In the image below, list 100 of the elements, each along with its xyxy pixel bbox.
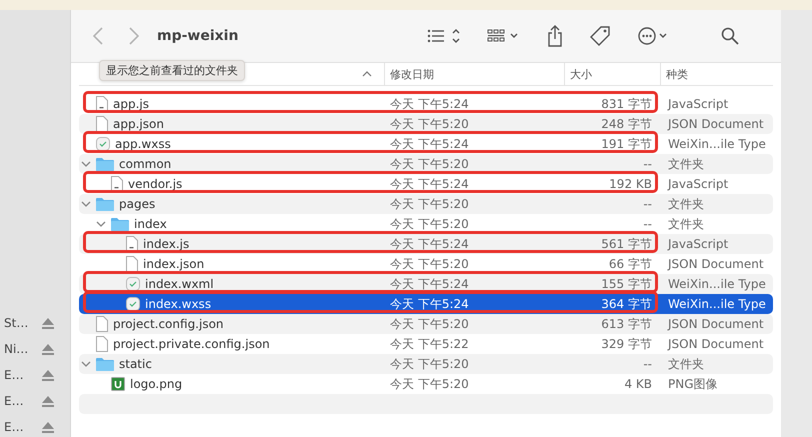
date-cell-text: 今天 下午5:20 [389, 256, 470, 272]
sidebar-item[interactable]: Ni… [4, 342, 34, 356]
file-row[interactable]: index.json 今天 下午5:20 66 字节 JSON Document [79, 254, 773, 274]
sidebar-item[interactable]: E… [4, 394, 34, 408]
search-icon[interactable] [721, 27, 739, 45]
more-icon[interactable] [637, 26, 669, 46]
file-name: app.js [113, 97, 149, 111]
file-row[interactable]: static 今天 下午5:20 -- 文件夹 [79, 354, 773, 374]
date-cell-text: 今天 下午5:20 [389, 356, 470, 372]
file-row[interactable]: project.private.config.json 今天 下午5:22 329 字节 JSON Document [79, 334, 773, 354]
file-icon [96, 336, 108, 352]
file-icon [126, 256, 138, 272]
sidebar-item[interactable]: E… [4, 368, 34, 382]
size-cell-text: 364 字节 [600, 296, 653, 312]
eject-icon[interactable] [42, 344, 54, 354]
folder-icon [96, 357, 114, 371]
file-name: project.private.config.json [113, 337, 270, 351]
file-row[interactable]: pages 今天 下午5:20 -- 文件夹 [79, 194, 773, 214]
file-row[interactable]: index 今天 下午5:20 -- 文件夹 [79, 214, 773, 234]
file-name: pages [119, 197, 156, 211]
eject-icon[interactable] [42, 318, 54, 328]
date-cell-text: 今天 下午5:20 [389, 156, 470, 172]
tooltip: 显示您之前查看过的文件夹 [99, 60, 245, 81]
file-row[interactable]: logo.png 今天 下午5:20 4 KB PNG图像 [79, 374, 773, 394]
sidebar-item[interactable]: St… [4, 316, 34, 330]
list-view-icon[interactable] [427, 27, 461, 45]
file-row[interactable]: index.wxss 今天 下午5:24 364 字节 WeiXin...ile Type [79, 294, 773, 314]
file-row[interactable]: app.wxss 今天 下午5:24 191 字节 WeiXin...ile Type [79, 134, 773, 154]
kind-cell-text: JavaScript [666, 237, 730, 251]
size-cell-text: 192 KB [608, 177, 653, 191]
forward-icon[interactable] [129, 27, 139, 45]
file-name: index.json [143, 257, 204, 271]
kind-cell-text: 文件夹 [667, 196, 705, 212]
js-file-icon [96, 96, 108, 112]
kind-cell-text: JSON Document [666, 257, 765, 271]
kind-cell-text: JavaScript [666, 177, 730, 191]
sort-caret-icon[interactable] [362, 71, 372, 77]
folder-icon [111, 217, 129, 231]
file-row[interactable]: index.js 今天 下午5:24 561 字节 JavaScript [79, 234, 773, 254]
size-cell-text: -- [642, 357, 653, 371]
kind-cell-text: WeiXin...ile Type [667, 137, 767, 151]
date-cell-text: 今天 下午5:22 [389, 336, 470, 352]
file-row[interactable]: vendor.js 今天 下午5:24 192 KB JavaScript [79, 174, 773, 194]
kind-cell-text: JSON Document [666, 317, 765, 331]
tag-icon[interactable] [589, 25, 611, 47]
eject-icon[interactable] [42, 422, 54, 432]
eject-icon[interactable] [42, 396, 54, 406]
size-cell-text: 613 字节 [600, 316, 653, 332]
column-header[interactable]: 种类 [666, 66, 688, 82]
file-name: index.js [143, 237, 190, 251]
size-cell-text: 561 字节 [600, 236, 653, 252]
share-icon[interactable] [547, 25, 563, 47]
file-name: project.config.json [113, 317, 224, 331]
column-header[interactable]: 大小 [570, 66, 592, 82]
size-cell-text: 155 字节 [600, 276, 653, 292]
size-cell-text: 191 字节 [600, 136, 653, 152]
size-cell-text: -- [642, 217, 653, 231]
kind-cell-text: 文件夹 [667, 156, 705, 172]
file-name: logo.png [130, 377, 182, 391]
kind-cell-text: WeiXin...ile Type [667, 277, 767, 291]
file-row[interactable]: app.js 今天 下午5:24 831 字节 JavaScript [79, 94, 773, 114]
file-icon [96, 316, 108, 332]
file-name: app.json [113, 117, 164, 131]
date-cell-text: 今天 下午5:20 [389, 376, 470, 392]
file-name: static [119, 357, 152, 371]
chevron-icon[interactable] [81, 199, 91, 209]
file-name: common [119, 157, 172, 171]
folder-icon [96, 197, 114, 211]
file-name: app.wxss [115, 137, 171, 151]
size-cell-text: 66 字节 [608, 256, 653, 272]
size-cell-text: 4 KB [623, 377, 653, 391]
date-cell-text: 今天 下午5:24 [389, 276, 470, 292]
kind-cell-text: JSON Document [666, 337, 765, 351]
file-name: index [134, 217, 167, 231]
chevron-icon[interactable] [81, 159, 91, 169]
date-cell-text: 今天 下午5:20 [389, 116, 470, 132]
app-file-icon [126, 297, 140, 311]
file-name: vendor.js [128, 177, 182, 191]
size-cell-text: 329 字节 [600, 336, 653, 352]
kind-cell-text: PNG图像 [667, 376, 719, 392]
eject-icon[interactable] [42, 370, 54, 380]
chevron-icon[interactable] [81, 359, 91, 369]
app-file-icon [126, 277, 140, 291]
date-cell-text: 今天 下午5:20 [389, 196, 470, 212]
date-cell-text: 今天 下午5:24 [389, 176, 470, 192]
size-cell-text: 248 字节 [600, 116, 653, 132]
kind-cell-text: 文件夹 [667, 356, 705, 372]
column-header[interactable]: 修改日期 [390, 66, 434, 82]
size-cell-text: -- [642, 157, 653, 171]
date-cell-text: 今天 下午5:24 [389, 96, 470, 112]
js-file-icon [126, 236, 138, 252]
sidebar-item[interactable]: E… [4, 420, 34, 434]
chevron-icon[interactable] [96, 219, 106, 229]
back-icon[interactable] [93, 27, 103, 45]
date-cell-text: 今天 下午5:24 [389, 296, 470, 312]
file-name: index.wxss [145, 297, 212, 311]
size-cell-text: -- [642, 197, 653, 211]
folder-icon [96, 157, 114, 171]
date-cell-text: 今天 下午5:24 [389, 236, 470, 252]
file-row[interactable]: project.config.json 今天 下午5:20 613 字节 JSON Document [79, 314, 773, 334]
